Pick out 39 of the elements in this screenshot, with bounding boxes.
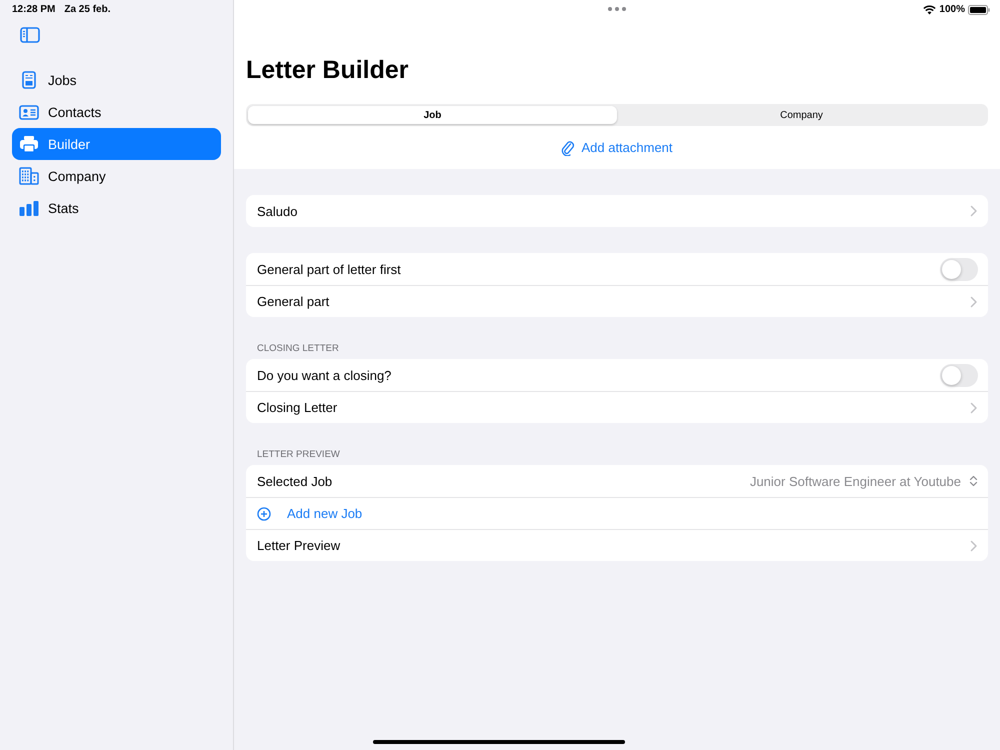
- contact-card-icon: [19, 104, 39, 120]
- section-header: CLOSING LETTER: [256, 343, 340, 356]
- battery-percentage: 100%: [939, 4, 965, 15]
- page-title: Letter Builder: [246, 56, 410, 86]
- section-header: LETTER PREVIEW: [256, 449, 341, 462]
- chevron-icon: [970, 205, 978, 217]
- printer-icon: [19, 135, 39, 153]
- bar-chart-icon: [19, 200, 39, 216]
- list-row[interactable]: General part: [246, 285, 988, 317]
- up-down-chevron-icon: [969, 475, 978, 487]
- sidebar-item[interactable]: Company: [12, 160, 221, 192]
- add-attachment-button[interactable]: Add attachment: [561, 138, 673, 158]
- sidebar-item[interactable]: Contacts: [12, 96, 221, 128]
- plus-circle-icon: [257, 506, 271, 520]
- list-row[interactable]: Letter Preview: [246, 529, 988, 561]
- chevron-icon: [970, 296, 978, 308]
- list-row: Do you want a closing?: [246, 359, 988, 391]
- status-time: 12:28 PM: [12, 4, 56, 14]
- battery-icon: [968, 4, 990, 14]
- list-row[interactable]: Saludo: [246, 195, 988, 227]
- list-row[interactable]: Selected Job Junior Software Engineer at Youtube: [246, 465, 988, 497]
- list-row[interactable]: Add new Job: [246, 497, 988, 529]
- document-icon: [22, 71, 36, 89]
- sidebar-item[interactable]: Jobs: [12, 64, 221, 96]
- chevron-icon: [970, 402, 978, 414]
- paperclip-icon: [561, 140, 576, 156]
- chevron-icon: [970, 540, 978, 552]
- sidebar-item[interactable]: Stats: [12, 192, 221, 224]
- wifi-icon: [923, 4, 936, 14]
- toggle-switch[interactable]: [940, 258, 978, 280]
- toggle-switch[interactable]: [940, 364, 978, 386]
- list-row: General part of letter first: [246, 253, 988, 285]
- segment-tab[interactable]: Company: [617, 106, 986, 124]
- building-icon: [19, 167, 39, 185]
- segment-tab[interactable]: Job: [248, 106, 617, 124]
- sidebar-item[interactable]: Builder: [12, 128, 221, 160]
- list-row[interactable]: Closing Letter: [246, 391, 988, 423]
- sidebar-toggle-icon[interactable]: [20, 27, 40, 43]
- status-date: Za 25 feb.: [64, 4, 110, 14]
